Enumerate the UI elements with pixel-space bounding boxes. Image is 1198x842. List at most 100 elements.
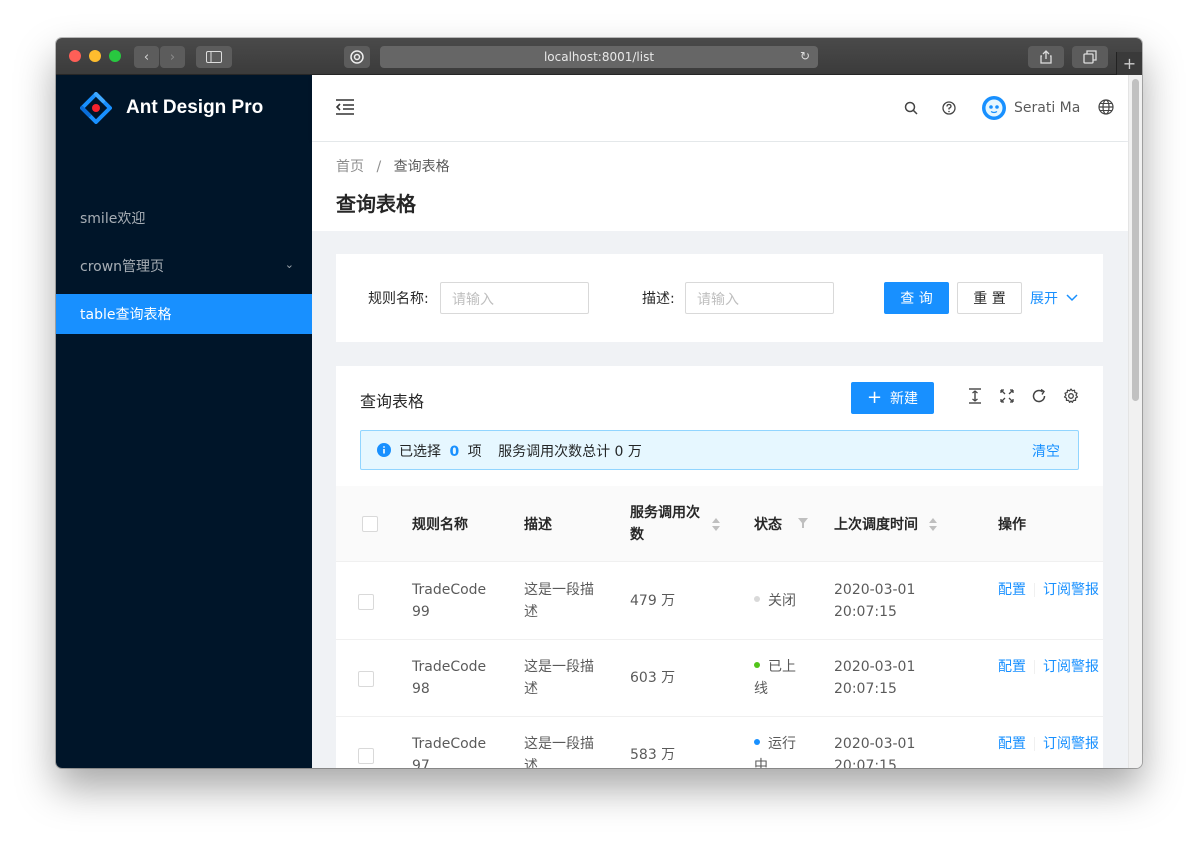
selection-alert: 已选择 0 项 服务调用次数总计 0 万 清空 bbox=[360, 430, 1079, 470]
user-name: Serati Ma bbox=[1014, 100, 1081, 116]
column-header-time[interactable]: 上次调度时间 bbox=[834, 514, 918, 534]
header-search-button[interactable] bbox=[904, 100, 918, 119]
sidebar-item-table-list[interactable]: table查询表格 bbox=[56, 294, 312, 334]
reload-table-button[interactable] bbox=[1029, 386, 1049, 406]
column-header-name[interactable]: 规则名称 bbox=[412, 514, 468, 534]
sidebar-toggle-button[interactable] bbox=[196, 46, 232, 68]
app-title: Ant Design Pro bbox=[126, 97, 264, 118]
row-checkbox[interactable] bbox=[358, 748, 374, 764]
menu-fold-button[interactable] bbox=[335, 99, 354, 119]
rule-name-label: 规则名称: bbox=[368, 291, 429, 307]
subscribe-alert-link[interactable]: 订阅警报 bbox=[1043, 659, 1099, 675]
zoom-window-button[interactable] bbox=[109, 50, 121, 62]
action-divider bbox=[1034, 737, 1035, 751]
query-button[interactable]: 查 询 bbox=[884, 282, 949, 314]
forward-icon: › bbox=[169, 49, 176, 65]
config-link[interactable]: 配置 bbox=[998, 582, 1026, 598]
top-header: Serati Ma bbox=[312, 75, 1128, 141]
minimize-window-button[interactable] bbox=[89, 50, 101, 62]
search-form-card: 规则名称: 请输入 描述: 请输入 查 询 重 置 展开 bbox=[336, 254, 1103, 342]
status-dot bbox=[754, 739, 760, 745]
search-icon bbox=[904, 101, 918, 115]
action-cell: 配置 订阅警报 bbox=[998, 733, 1103, 755]
description-cell: 这是一段描述 bbox=[524, 736, 594, 768]
privacy-report-button[interactable] bbox=[344, 46, 370, 68]
reset-button-label: 重 置 bbox=[973, 291, 1006, 307]
share-button[interactable] bbox=[1028, 46, 1064, 68]
reload-icon[interactable]: ↻ bbox=[800, 49, 810, 63]
time-cell: 2020-03-01 20:07:15 bbox=[834, 736, 916, 768]
plus-icon: + bbox=[1122, 54, 1137, 73]
sidebar-item-admin[interactable]: crown管理页 ⌄ bbox=[56, 246, 312, 286]
close-window-button[interactable] bbox=[69, 50, 81, 62]
back-button[interactable]: ‹ bbox=[134, 46, 159, 68]
breadcrumb: 首页 / 查询表格 bbox=[336, 156, 450, 176]
new-tab-button[interactable]: + bbox=[1116, 52, 1142, 75]
globe-icon bbox=[1098, 99, 1114, 115]
description-cell: 这是一段描述 bbox=[524, 659, 594, 697]
filter-icon[interactable] bbox=[798, 518, 808, 528]
selection-prefix: 已选择 bbox=[399, 444, 441, 460]
expand-link[interactable]: 展开 bbox=[1030, 288, 1078, 308]
density-button[interactable] bbox=[965, 386, 985, 406]
description-cell: 这是一段描述 bbox=[524, 582, 594, 620]
column-header-calls[interactable]: 服务调用次数 bbox=[630, 502, 710, 546]
ant-design-logo-icon bbox=[80, 92, 112, 124]
chevron-down-icon bbox=[1066, 294, 1078, 302]
reload-icon bbox=[1032, 388, 1046, 403]
status-text: 关闭 bbox=[768, 593, 796, 609]
new-rule-button[interactable]: + 新建 bbox=[851, 382, 934, 414]
table-row: TradeCode 98 这是一段描述 603 万 已上线 2020-03-01… bbox=[336, 640, 1103, 717]
rule-name-placeholder: 请输入 bbox=[452, 292, 494, 308]
calls-cell: 479 万 bbox=[630, 593, 676, 609]
calls-cell: 583 万 bbox=[630, 747, 676, 763]
page-title: 查询表格 bbox=[336, 192, 416, 216]
description-input[interactable]: 请输入 bbox=[685, 282, 834, 314]
sidebar-item-welcome[interactable]: smile欢迎 bbox=[56, 198, 312, 238]
language-button[interactable] bbox=[1098, 99, 1114, 119]
share-icon bbox=[1040, 50, 1052, 64]
breadcrumb-current: 查询表格 bbox=[393, 159, 450, 175]
subscribe-alert-link[interactable]: 订阅警报 bbox=[1043, 736, 1099, 752]
action-cell: 配置 订阅警报 bbox=[998, 656, 1103, 678]
action-cell: 配置 订阅警报 bbox=[998, 579, 1103, 601]
breadcrumb-home[interactable]: 首页 bbox=[336, 159, 364, 175]
sort-time-icon[interactable] bbox=[929, 518, 937, 532]
reset-button[interactable]: 重 置 bbox=[957, 282, 1022, 314]
address-bar[interactable]: localhost:8001/list ↻ bbox=[380, 46, 818, 68]
column-settings-button[interactable] bbox=[1061, 386, 1081, 406]
back-icon: ‹ bbox=[143, 49, 150, 65]
shield-icon bbox=[350, 50, 364, 64]
column-header-desc: 描述 bbox=[524, 517, 552, 533]
app-logo[interactable]: Ant Design Pro bbox=[80, 92, 264, 124]
status-cell: 关闭 bbox=[754, 590, 808, 612]
page-scrollbar[interactable] bbox=[1128, 75, 1142, 768]
question-circle-icon bbox=[942, 101, 956, 115]
scrollbar-thumb[interactable] bbox=[1132, 79, 1139, 401]
select-all-checkbox[interactable] bbox=[362, 516, 378, 532]
action-divider bbox=[1034, 583, 1035, 597]
table-card: 查询表格 + 新建 已选择 0 项 服务调用次数总计 0 万 清空 规则名称 描… bbox=[336, 366, 1103, 768]
help-button[interactable] bbox=[942, 100, 956, 119]
forward-button[interactable]: › bbox=[160, 46, 185, 68]
rule-name-cell: TradeCode 98 bbox=[412, 659, 487, 697]
subscribe-alert-link[interactable]: 订阅警报 bbox=[1043, 582, 1099, 598]
fullscreen-button[interactable] bbox=[997, 386, 1017, 406]
config-link[interactable]: 配置 bbox=[998, 736, 1026, 752]
status-cell: 已上线 bbox=[754, 656, 808, 700]
row-checkbox[interactable] bbox=[358, 594, 374, 610]
status-text: 运行中 bbox=[754, 736, 796, 768]
sidebar: Ant Design Pro smile欢迎 crown管理页 ⌄ table查… bbox=[56, 75, 312, 768]
sort-calls-icon[interactable] bbox=[712, 518, 720, 532]
tab-overview-button[interactable] bbox=[1072, 46, 1108, 68]
user-menu[interactable]: Serati Ma bbox=[982, 96, 1080, 120]
table-title: 查询表格 bbox=[360, 392, 425, 411]
clear-selection-link[interactable]: 清空 bbox=[1032, 441, 1060, 461]
rule-name-input[interactable]: 请输入 bbox=[440, 282, 589, 314]
column-header-action: 操作 bbox=[998, 517, 1026, 533]
status-text: 已上线 bbox=[754, 659, 796, 697]
row-checkbox[interactable] bbox=[358, 671, 374, 687]
config-link[interactable]: 配置 bbox=[998, 659, 1026, 675]
page-header: 首页 / 查询表格 查询表格 bbox=[312, 142, 1128, 231]
avatar bbox=[982, 96, 1006, 120]
